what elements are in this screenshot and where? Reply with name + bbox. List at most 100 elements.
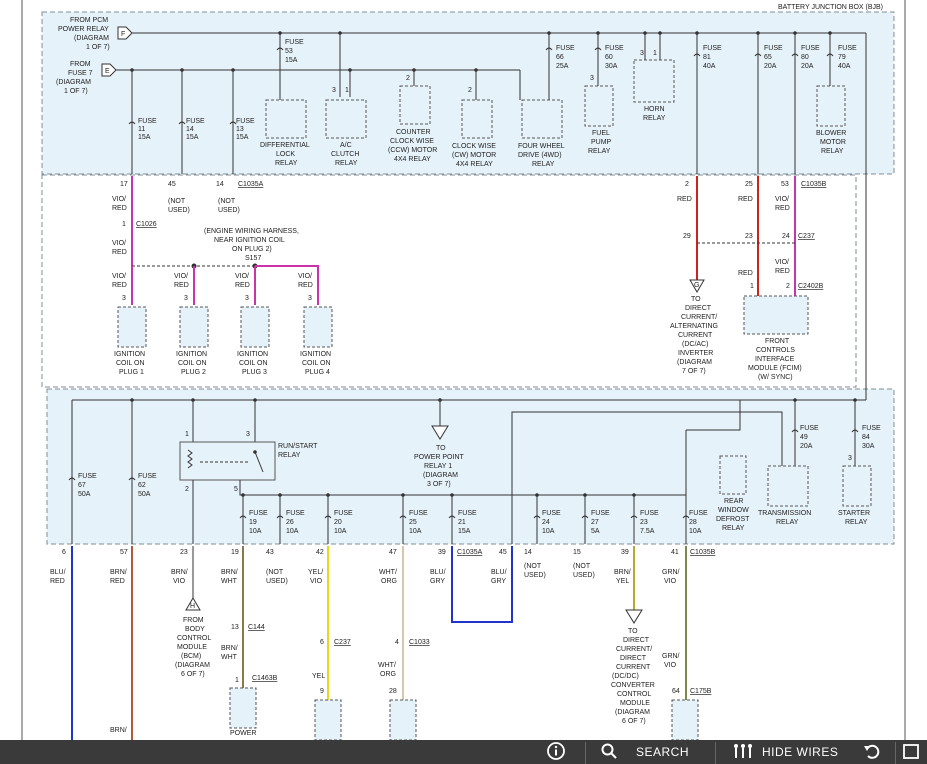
svg-text:BLU/: BLU/ (50, 569, 66, 576)
svg-text:66: 66 (556, 54, 564, 61)
svg-text:CURRENT: CURRENT (678, 332, 713, 339)
svg-text:RELAY 1: RELAY 1 (424, 463, 452, 470)
svg-text:MOTOR: MOTOR (820, 139, 846, 146)
svg-text:3: 3 (640, 50, 644, 57)
more-button[interactable] (903, 740, 919, 764)
svg-text:RELAY: RELAY (845, 519, 868, 526)
bottom-toolbar: SEARCH HIDE WIRES (0, 740, 927, 764)
svg-text:(DC/AC): (DC/AC) (682, 341, 708, 348)
svg-text:(DIAGRAM: (DIAGRAM (74, 35, 109, 42)
svg-text:USED): USED) (573, 572, 595, 579)
connector-c144: C144 (248, 624, 265, 631)
hide-wires-button[interactable]: HIDE WIRES (732, 740, 838, 764)
svg-text:14: 14 (186, 126, 194, 133)
svg-text:CLOCK WISE: CLOCK WISE (390, 138, 434, 145)
svg-text:50A: 50A (138, 491, 151, 498)
svg-text:ALTERNATING: ALTERNATING (670, 323, 718, 330)
svg-text:FROM: FROM (183, 617, 204, 624)
svg-text:E: E (105, 68, 110, 75)
svg-text:1: 1 (750, 283, 754, 290)
svg-text:40A: 40A (703, 63, 716, 70)
svg-text:24: 24 (542, 519, 550, 526)
svg-text:GRN/: GRN/ (662, 569, 680, 576)
svg-text:7.5A: 7.5A (640, 528, 655, 535)
svg-text:VIO/: VIO/ (112, 240, 126, 247)
search-button[interactable]: SEARCH (600, 740, 689, 764)
connector-c237-top: C237 (798, 233, 815, 240)
undo-button[interactable] (862, 740, 882, 764)
svg-text:GRY: GRY (430, 578, 445, 585)
svg-text:FUSE: FUSE (236, 118, 255, 125)
svg-text:IGNITION: IGNITION (237, 351, 268, 358)
svg-text:30A: 30A (605, 63, 618, 70)
ref-h-bcm: H FROM BODY CONTROL MODULE (BCM) (DIAGRA… (175, 597, 211, 678)
svg-text:49: 49 (800, 434, 808, 441)
svg-text:BRN/: BRN/ (171, 569, 188, 576)
svg-text:80: 80 (801, 54, 809, 61)
svg-text:(W/ SYNC): (W/ SYNC) (758, 374, 793, 381)
svg-text:FUSE: FUSE (689, 510, 708, 517)
svg-text:INVERTER: INVERTER (678, 350, 713, 357)
svg-text:PLUG 3: PLUG 3 (242, 369, 267, 376)
svg-text:43: 43 (266, 549, 274, 556)
svg-text:6: 6 (320, 639, 324, 646)
svg-text:FUSE: FUSE (542, 510, 561, 517)
svg-text:2: 2 (406, 75, 410, 82)
svg-text:(NOT: (NOT (266, 569, 284, 576)
svg-text:(CCW) MOTOR: (CCW) MOTOR (388, 147, 437, 154)
svg-text:10A: 10A (409, 528, 422, 535)
svg-text:6 OF 7): 6 OF 7) (181, 671, 205, 678)
info-button[interactable] (546, 740, 566, 764)
svg-text:BRN/: BRN/ (614, 569, 631, 576)
svg-text:MODULE: MODULE (620, 700, 650, 707)
svg-text:20A: 20A (764, 63, 777, 70)
svg-text:3: 3 (332, 87, 336, 94)
svg-text:21: 21 (458, 519, 466, 526)
svg-text:BRN/: BRN/ (110, 727, 127, 734)
svg-text:FOUR WHEEL: FOUR WHEEL (518, 143, 565, 150)
svg-text:1: 1 (235, 677, 239, 684)
svg-text:20: 20 (334, 519, 342, 526)
svg-text:RED: RED (677, 196, 692, 203)
svg-text:17: 17 (120, 181, 128, 188)
svg-text:6 OF 7): 6 OF 7) (622, 718, 646, 725)
svg-text:67: 67 (78, 482, 86, 489)
svg-text:INTERFACE: INTERFACE (755, 356, 795, 363)
svg-text:14: 14 (216, 181, 224, 188)
splice-s157: (ENGINE WIRING HARNESS, NEAR IGNITION CO… (204, 228, 299, 262)
svg-text:25A: 25A (556, 63, 569, 70)
svg-text:1 OF 7): 1 OF 7) (64, 88, 88, 95)
info-icon (546, 741, 566, 764)
svg-text:RED: RED (738, 270, 753, 277)
svg-text:65: 65 (764, 54, 772, 61)
svg-text:CURRENT/: CURRENT/ (681, 314, 717, 321)
svg-text:1: 1 (122, 221, 126, 228)
svg-text:50A: 50A (78, 491, 91, 498)
svg-text:GRY: GRY (491, 578, 506, 585)
ref-dc-dc-converter: TO DIRECT CURRENT/ DIRECT CURRENT (DC/DC… (611, 609, 655, 725)
svg-text:7 OF 7): 7 OF 7) (682, 368, 706, 375)
svg-text:23: 23 (640, 519, 648, 526)
svg-text:ORG: ORG (381, 578, 397, 585)
svg-text:COIL ON: COIL ON (178, 360, 207, 367)
svg-text:ORG: ORG (380, 671, 396, 678)
svg-text:CLUTCH: CLUTCH (331, 151, 359, 158)
svg-text:25: 25 (409, 519, 417, 526)
svg-text:19: 19 (231, 549, 239, 556)
svg-text:WHT/: WHT/ (378, 662, 396, 669)
svg-text:GRN/: GRN/ (662, 653, 680, 660)
bjb-label: BATTERY JUNCTION BOX (BJB) (778, 4, 883, 11)
svg-text:COIL ON: COIL ON (239, 360, 268, 367)
svg-text:PUMP: PUMP (591, 139, 612, 146)
svg-text:YEL: YEL (616, 578, 629, 585)
svg-text:PLUG 2: PLUG 2 (181, 369, 206, 376)
svg-text:15A: 15A (285, 57, 298, 64)
menu-icon (903, 742, 919, 763)
svg-text:FUSE: FUSE (800, 425, 819, 432)
rear-window-defrost-relay: REAR WINDOW DEFROST RELAY (716, 455, 750, 532)
fcim-module: FRONT CONTROLS INTERFACE MODULE (FCIM) (… (743, 295, 809, 381)
svg-text:VIO: VIO (664, 662, 677, 669)
svg-text:3 OF 7): 3 OF 7) (427, 481, 451, 488)
connector-c1035a-bottom: C1035A (457, 549, 483, 556)
svg-text:(NOT: (NOT (524, 563, 542, 570)
